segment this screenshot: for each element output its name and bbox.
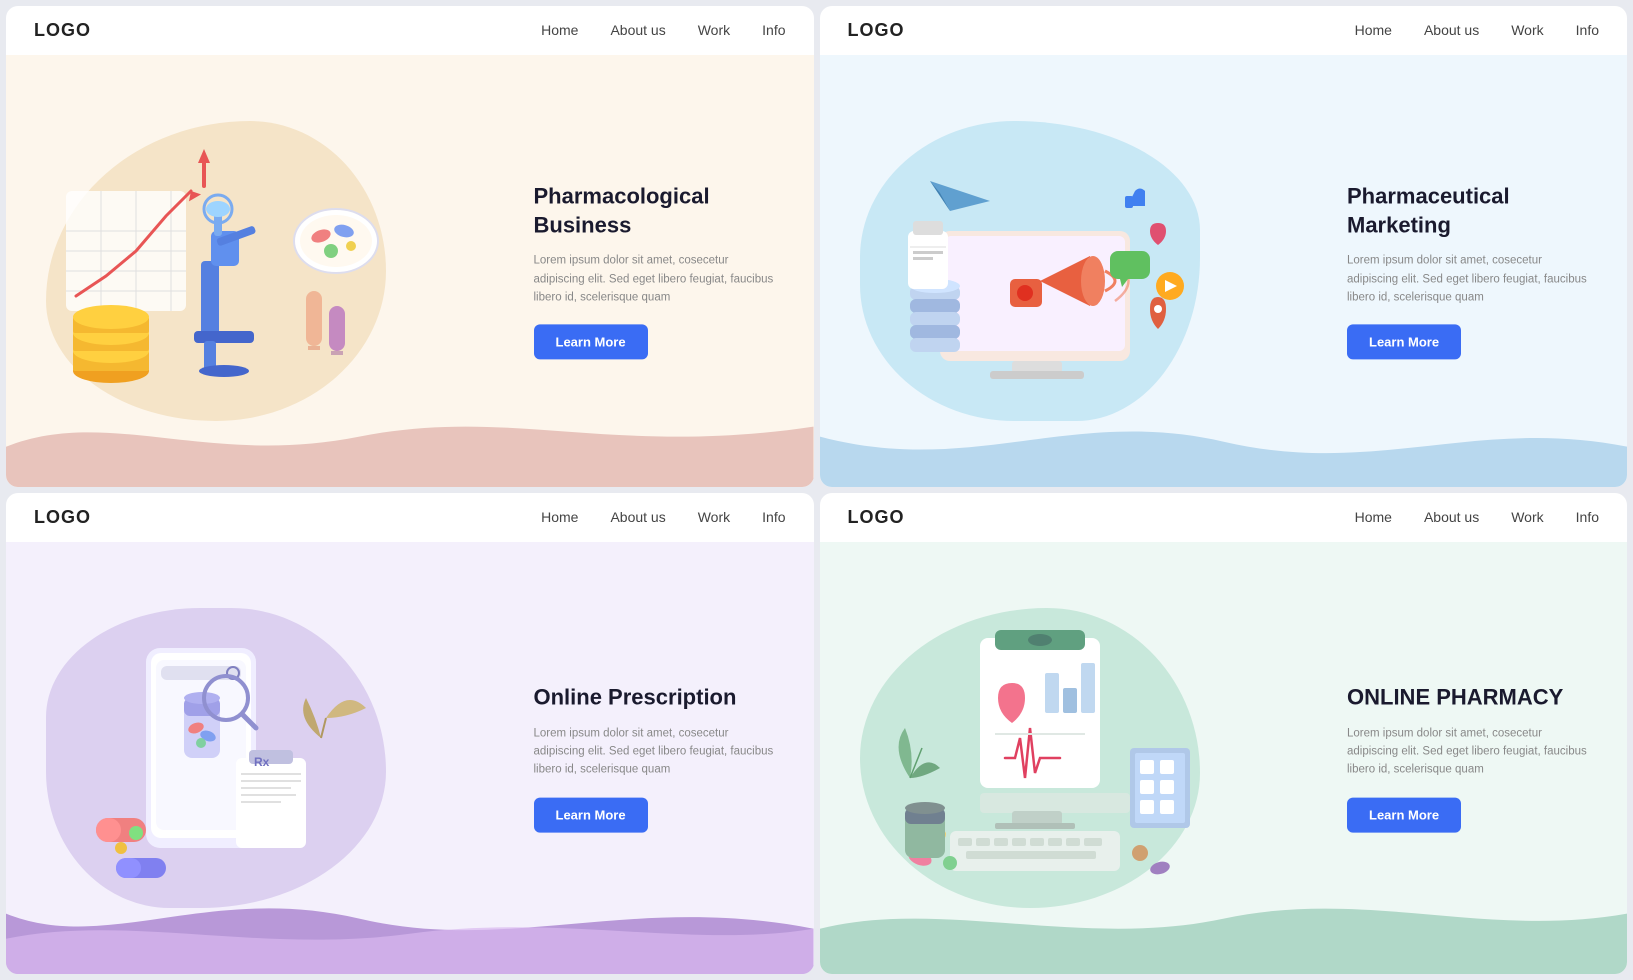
desc-1: Lorem ipsum dolor sit amet, cosecetur ad…	[534, 252, 774, 307]
logo-2: LOGO	[848, 20, 905, 41]
nav-home-2[interactable]: Home	[1355, 22, 1392, 38]
title-4: ONLINE PHARMACY	[1347, 684, 1587, 713]
nav-home-1[interactable]: Home	[541, 22, 578, 38]
desc-2: Lorem ipsum dolor sit amet, cosecetur ad…	[1347, 252, 1587, 307]
svg-text:Rx: Rx	[254, 755, 270, 769]
panel-online-pharmacy: LOGO Home About us Work Info	[820, 493, 1628, 974]
learn-more-btn-3[interactable]: Learn More	[534, 797, 648, 832]
title-2: Pharmaceutical Marketing	[1347, 182, 1587, 239]
learn-more-btn-4[interactable]: Learn More	[1347, 797, 1461, 832]
content-2: Pharmaceutical Marketing Lorem ipsum dol…	[820, 55, 1628, 487]
illustration-2	[850, 131, 1210, 411]
text-1: Pharmacological Business Lorem ipsum dol…	[534, 182, 774, 359]
nav-4: LOGO Home About us Work Info	[820, 493, 1628, 542]
text-4: ONLINE PHARMACY Lorem ipsum dolor sit am…	[1347, 684, 1587, 833]
content-1: Pharmacological Business Lorem ipsum dol…	[6, 55, 814, 487]
nav-about-4[interactable]: About us	[1424, 509, 1479, 525]
logo-3: LOGO	[34, 507, 91, 528]
illustration-4	[850, 618, 1210, 898]
learn-more-btn-2[interactable]: Learn More	[1347, 325, 1461, 360]
title-3: Online Prescription	[534, 684, 774, 713]
nav-about-2[interactable]: About us	[1424, 22, 1479, 38]
nav-1: LOGO Home About us Work Info	[6, 6, 814, 55]
illustration-3: Rx	[36, 618, 396, 898]
learn-more-btn-1[interactable]: Learn More	[534, 325, 648, 360]
title-1: Pharmacological Business	[534, 182, 774, 239]
nav-3: LOGO Home About us Work Info	[6, 493, 814, 542]
nav-home-4[interactable]: Home	[1355, 509, 1392, 525]
nav-home-3[interactable]: Home	[541, 509, 578, 525]
illustration-1	[36, 131, 396, 411]
nav-info-2[interactable]: Info	[1576, 22, 1599, 38]
nav-work-3[interactable]: Work	[698, 509, 730, 525]
nav-2: LOGO Home About us Work Info	[820, 6, 1628, 55]
content-3: Rx Online Prescription Lorem ip	[6, 542, 814, 974]
text-3: Online Prescription Lorem ipsum dolor si…	[534, 684, 774, 833]
nav-about-3[interactable]: About us	[610, 509, 665, 525]
text-2: Pharmaceutical Marketing Lorem ipsum dol…	[1347, 182, 1587, 359]
nav-info-1[interactable]: Info	[762, 22, 785, 38]
logo-4: LOGO	[848, 507, 905, 528]
nav-work-2[interactable]: Work	[1511, 22, 1543, 38]
nav-info-4[interactable]: Info	[1576, 509, 1599, 525]
nav-work-1[interactable]: Work	[698, 22, 730, 38]
panel-pharmacological: LOGO Home About us Work Info	[6, 6, 814, 487]
nav-info-3[interactable]: Info	[762, 509, 785, 525]
panel-pharma-marketing: LOGO Home About us Work Info	[820, 6, 1628, 487]
content-4: ONLINE PHARMACY Lorem ipsum dolor sit am…	[820, 542, 1628, 974]
nav-work-4[interactable]: Work	[1511, 509, 1543, 525]
nav-about-1[interactable]: About us	[610, 22, 665, 38]
panel-online-prescription: LOGO Home About us Work Info	[6, 493, 814, 974]
desc-4: Lorem ipsum dolor sit amet, cosecetur ad…	[1347, 724, 1587, 779]
logo-1: LOGO	[34, 20, 91, 41]
desc-3: Lorem ipsum dolor sit amet, cosecetur ad…	[534, 724, 774, 779]
